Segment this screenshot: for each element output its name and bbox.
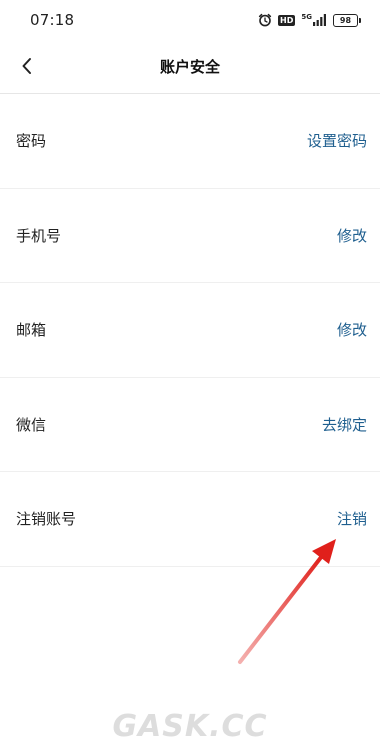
page-title: 账户安全 — [159, 58, 220, 76]
set-password-link[interactable]: 设置密码 — [307, 130, 367, 151]
page-header: 账户安全 — [0, 40, 380, 94]
row-wechat[interactable]: 微信 去绑定 — [0, 378, 380, 472]
row-label-password: 密码 — [16, 132, 47, 151]
screen: 07:18 HD 5G 98 账户安全 密码 设置密码 手机号 修改 邮箱 修改… — [0, 0, 380, 748]
annotation-arrow-icon — [238, 539, 336, 664]
settings-list: 密码 设置密码 手机号 修改 邮箱 修改 微信 去绑定 注销账号 注销 — [0, 94, 380, 567]
network-label: 5G — [301, 13, 312, 21]
alarm-icon — [258, 13, 272, 27]
watermark-text: GASK.CC — [112, 708, 268, 744]
status-bar: 07:18 HD 5G 98 — [0, 0, 380, 40]
battery-level: 98 — [339, 15, 352, 25]
row-phone[interactable]: 手机号 修改 — [0, 189, 380, 283]
battery-icon: 98 — [333, 13, 361, 27]
modify-phone-link[interactable]: 修改 — [337, 225, 367, 246]
row-label-wechat: 微信 — [16, 415, 47, 434]
signal-icon: 5G — [301, 14, 327, 26]
row-email[interactable]: 邮箱 修改 — [0, 283, 380, 378]
modify-email-link[interactable]: 修改 — [337, 319, 367, 340]
back-button[interactable] — [12, 48, 42, 84]
status-icons: HD 5G 98 — [258, 13, 361, 27]
watermark: GASK.CC — [0, 706, 380, 746]
row-label-email: 邮箱 — [16, 321, 47, 340]
hd-icon: HD — [278, 14, 296, 26]
bind-wechat-link[interactable]: 去绑定 — [322, 414, 367, 435]
row-password[interactable]: 密码 设置密码 — [0, 94, 380, 189]
deactivate-account-link[interactable]: 注销 — [337, 508, 367, 529]
status-time: 07:18 — [30, 11, 75, 29]
row-label-phone: 手机号 — [16, 226, 62, 245]
row-label-deactivate: 注销账号 — [16, 510, 77, 529]
chevron-left-icon — [22, 58, 31, 74]
